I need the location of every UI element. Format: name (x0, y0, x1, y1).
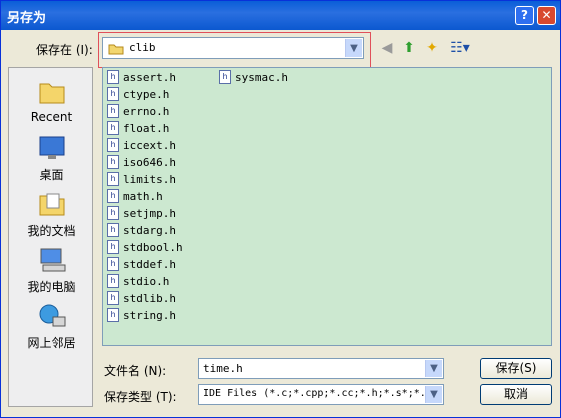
header-file-icon: h (107, 274, 119, 288)
header-file-icon: h (107, 104, 119, 118)
file-item[interactable]: h stdlib.h (107, 290, 176, 306)
window-title: 另存为 (7, 11, 47, 26)
header-file-icon: h (107, 240, 119, 254)
network-icon (37, 302, 67, 330)
file-item[interactable]: h setjmp.h (107, 205, 176, 221)
file-item[interactable]: h iso646.h (107, 154, 176, 170)
folder-icon (108, 44, 124, 55)
place-network[interactable]: 网上邻居 (9, 302, 94, 351)
places-bar: Recent 桌面 我的文档 我的电脑 网上邻居 (8, 67, 93, 407)
header-file-icon: h (107, 138, 119, 152)
view-menu-icon[interactable]: ☷▾ (448, 39, 472, 57)
computer-icon (37, 246, 67, 274)
place-my-documents[interactable]: 我的文档 (9, 190, 94, 239)
filename-value: time.h (203, 362, 243, 375)
header-file-icon: h (107, 308, 119, 322)
file-item[interactable]: h math.h (107, 188, 163, 204)
file-item[interactable]: h limits.h (107, 171, 176, 187)
file-item[interactable]: h stddef.h (107, 256, 176, 272)
save-as-dialog: 另存为 ? ✕ 保存在 (I): clib ▼ ◀ ⬆ ✦ ☷▾ Recent … (0, 0, 561, 418)
file-item[interactable]: h stdio.h (107, 273, 169, 289)
header-file-icon: h (219, 70, 231, 84)
file-item[interactable]: h float.h (107, 120, 169, 136)
file-item[interactable]: h stdarg.h (107, 222, 176, 238)
save-in-label: 保存在 (I): (36, 43, 93, 57)
file-item[interactable]: h sysmac.h (219, 69, 288, 85)
chevron-down-icon[interactable]: ▼ (425, 386, 442, 403)
header-file-icon: h (107, 291, 119, 305)
header-file-icon: h (107, 223, 119, 237)
title-bar: 另存为 ? ✕ (1, 1, 560, 30)
file-list[interactable]: h assert.h h ctype.h h errno.h h float.h h ic… (102, 67, 552, 346)
desktop-icon (37, 134, 67, 162)
file-item[interactable]: h assert.h (107, 69, 176, 85)
new-folder-icon[interactable]: ✦ (423, 39, 441, 57)
save-in-combo[interactable]: clib ▼ (102, 37, 364, 59)
chevron-down-icon[interactable]: ▼ (345, 39, 362, 57)
header-file-icon: h (107, 172, 119, 186)
help-button[interactable]: ? (515, 6, 534, 25)
header-file-icon: h (107, 70, 119, 84)
header-file-icon: h (107, 257, 119, 271)
place-recent[interactable]: Recent (9, 78, 94, 124)
filetype-select[interactable]: IDE Files (*.c;*.cpp;*.cc;*.h;*.s*;*. ▼ (198, 384, 444, 405)
place-my-computer[interactable]: 我的电脑 (9, 246, 94, 295)
header-file-icon: h (107, 121, 119, 135)
filetype-value: IDE Files (*.c;*.cpp;*.cc;*.h;*.s*;*. (203, 388, 425, 399)
header-file-icon: h (107, 87, 119, 101)
back-icon[interactable]: ◀ (379, 39, 395, 57)
place-desktop[interactable]: 桌面 (9, 134, 94, 183)
close-button[interactable]: ✕ (537, 6, 556, 25)
filename-label: 文件名 (N): (104, 364, 167, 378)
up-folder-icon[interactable]: ⬆ (401, 39, 417, 57)
header-file-icon: h (107, 155, 119, 169)
filetype-label: 保存类型 (T): (104, 390, 177, 404)
save-button[interactable]: 保存(S) (480, 358, 552, 379)
cancel-button[interactable]: 取消 (480, 384, 552, 405)
save-in-value: clib (129, 41, 156, 54)
file-item[interactable]: h iccext.h (107, 137, 176, 153)
recent-icon (37, 78, 67, 106)
filename-input[interactable]: time.h ▼ (198, 358, 444, 379)
file-item[interactable]: h string.h (107, 307, 176, 323)
documents-icon (37, 190, 67, 218)
file-item[interactable]: h ctype.h (107, 86, 169, 102)
file-item[interactable]: h stdbool.h (107, 239, 183, 255)
file-item[interactable]: h errno.h (107, 103, 169, 119)
header-file-icon: h (107, 189, 119, 203)
header-file-icon: h (107, 206, 119, 220)
chevron-down-icon[interactable]: ▼ (425, 360, 442, 377)
